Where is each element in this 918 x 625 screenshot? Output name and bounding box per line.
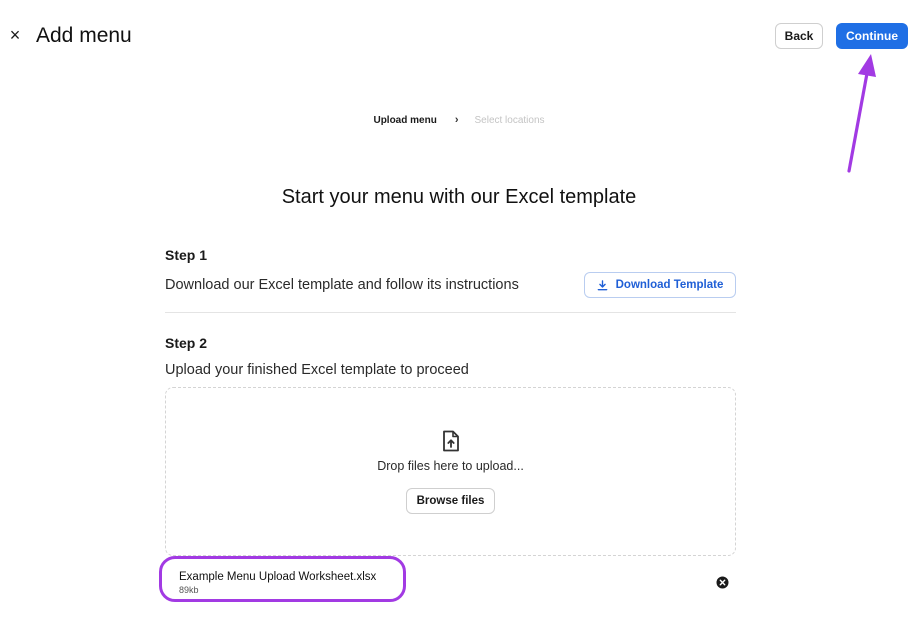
- main-heading: Start your menu with our Excel template: [281, 186, 637, 208]
- remove-file-icon[interactable]: [716, 576, 729, 589]
- close-icon[interactable]: ×: [6, 24, 24, 46]
- step-1-title: Step 1: [165, 247, 208, 263]
- uploaded-file-name: Example Menu Upload Worksheet.xlsx: [179, 571, 377, 583]
- step-2-description: Upload your finished Excel template to p…: [165, 362, 469, 378]
- file-upload-icon: [443, 430, 459, 452]
- step-2-title: Step 2: [165, 335, 208, 351]
- continue-button[interactable]: Continue: [836, 23, 908, 49]
- annotation-arrow-icon: [847, 54, 876, 173]
- back-button[interactable]: Back: [775, 23, 823, 49]
- breadcrumb-step-select-locations: Select locations: [474, 114, 545, 126]
- browse-files-button[interactable]: Browse files: [406, 488, 495, 514]
- section-divider: [165, 312, 736, 313]
- step-1-description: Download our Excel template and follow i…: [165, 277, 519, 293]
- breadcrumb-separator: ›: [454, 114, 459, 126]
- uploaded-file-size: 89kb: [179, 585, 199, 595]
- drop-files-text: Drop files here to upload...: [377, 459, 524, 473]
- download-icon: [597, 279, 607, 290]
- add-menu-page: × Add menu Back Continue Upload menu › S…: [0, 0, 918, 625]
- breadcrumb: Upload menu › Select locations: [0, 114, 918, 126]
- page-title: Add menu: [36, 24, 132, 47]
- download-template-label: Download Template: [615, 279, 724, 291]
- file-dropzone[interactable]: Drop files here to upload... Browse file…: [165, 387, 736, 556]
- download-template-button[interactable]: Download Template: [584, 272, 736, 298]
- breadcrumb-step-upload-menu: Upload menu: [373, 114, 437, 126]
